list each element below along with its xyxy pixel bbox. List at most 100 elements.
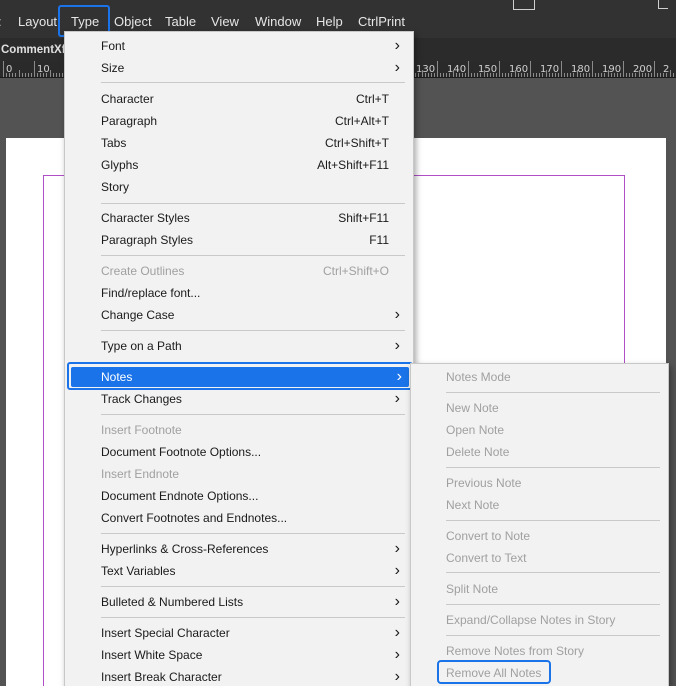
menu-item-bulleted-numbered-lists[interactable]: Bulleted & Numbered Lists › (65, 591, 413, 613)
menu-item-convert-footnotes-endnotes[interactable]: Convert Footnotes and Endnotes... (65, 507, 413, 529)
menu-item-label: Insert Special Character (101, 626, 230, 640)
menu-item-track-changes[interactable]: Track Changes › (65, 388, 413, 410)
ruler-tick (477, 73, 479, 77)
menu-item-hyperlinks-cross-references[interactable]: Hyperlinks & Cross-References › (65, 538, 413, 560)
submenu-item-delete-note[interactable]: Delete Note (411, 441, 668, 463)
ruler-tick (542, 73, 544, 77)
ruler-tick (6, 73, 8, 77)
menu-item-find-replace-font[interactable]: Find/replace font... (65, 282, 413, 304)
menu-item-story[interactable]: Story (65, 176, 413, 198)
menu-item-tabs[interactable]: Tabs Ctrl+Shift+T (65, 132, 413, 154)
menu-item-label: Document Footnote Options... (101, 445, 262, 459)
ruler-tick (598, 73, 600, 77)
menu-item-change-case[interactable]: Change Case › (65, 304, 413, 326)
ruler-tick (427, 73, 429, 77)
menu-separator (446, 572, 660, 573)
submenu-item-expand-collapse-notes[interactable]: Expand/Collapse Notes in Story (411, 609, 668, 631)
submenu-item-previous-note[interactable]: Previous Note (411, 472, 668, 494)
chevron-right-icon: › (394, 306, 400, 323)
menu-item-character-styles[interactable]: Character Styles Shift+F11 (65, 207, 413, 229)
ruler-tick (632, 73, 634, 77)
submenu-item-remove-notes-from-story[interactable]: Remove Notes from Story (411, 640, 668, 662)
submenu-item-convert-to-text[interactable]: Convert to Text (411, 547, 668, 569)
menu-item-label: Type on a Path (101, 339, 182, 353)
submenu-item-notes-mode[interactable]: Notes Mode (411, 366, 668, 388)
menu-item-paragraph[interactable]: Paragraph Ctrl+Alt+T (65, 110, 413, 132)
ruler-tick (49, 70, 51, 77)
menu-window[interactable]: Window (251, 13, 305, 31)
menu-item-insert-special-character[interactable]: Insert Special Character › (65, 622, 413, 644)
ruler-tick (458, 73, 460, 77)
ruler-tick (433, 73, 435, 77)
window-restore-icon[interactable] (658, 0, 668, 9)
document-tab[interactable]: CommentXfr (0, 38, 70, 62)
chevron-right-icon: › (394, 593, 400, 610)
menu-help[interactable]: Help (312, 13, 347, 31)
ruler-tick (461, 73, 463, 77)
submenu-item-label: Expand/Collapse Notes in Story (446, 613, 616, 627)
menubar-edge-fragment: : (0, 13, 6, 31)
ruler-tick (530, 61, 531, 77)
window-control-icon[interactable] (513, 0, 535, 10)
submenu-item-convert-to-note[interactable]: Convert to Note (411, 525, 668, 547)
menu-layout[interactable]: Layout (14, 13, 61, 31)
menu-item-font[interactable]: Font › (65, 35, 413, 57)
chevron-right-icon: › (394, 59, 400, 76)
ruler-tick (610, 73, 612, 77)
ruler-tick (616, 73, 618, 77)
menu-item-shortcut: Ctrl+T (356, 92, 389, 106)
ruler-tick (483, 70, 485, 77)
menu-item-type-on-a-path[interactable]: Type on a Path › (65, 335, 413, 357)
menu-separator (101, 617, 405, 618)
chevron-right-icon: › (394, 390, 400, 407)
menu-item-size[interactable]: Size › (65, 57, 413, 79)
ruler-tick (607, 70, 609, 77)
menu-view[interactable]: View (207, 13, 243, 31)
ruler-tick (666, 73, 668, 77)
menu-item-text-variables[interactable]: Text Variables › (65, 560, 413, 582)
ruler-tick (539, 73, 541, 77)
ruler-tick (554, 73, 556, 77)
menu-separator (446, 392, 660, 393)
ruler-tick (638, 70, 640, 77)
submenu-item-new-note[interactable]: New Note (411, 397, 668, 419)
chevron-right-icon: › (394, 668, 400, 685)
menu-item-insert-break-character[interactable]: Insert Break Character › (65, 666, 413, 686)
menu-item-label: Font (101, 39, 126, 53)
menu-item-paragraph-styles[interactable]: Paragraph Styles F11 (65, 229, 413, 251)
ruler-tick (557, 73, 559, 77)
ruler-tick (669, 70, 671, 77)
menu-table[interactable]: Table (161, 13, 200, 31)
menu-item-label: Text Variables (101, 564, 176, 578)
menu-item-glyphs[interactable]: Glyphs Alt+Shift+F11 (65, 154, 413, 176)
submenu-item-label: Open Note (446, 423, 505, 437)
menu-separator (101, 255, 405, 256)
ruler-tick (570, 73, 572, 77)
menu-separator (446, 604, 660, 605)
ruler-tick (27, 73, 29, 77)
type-menu: Font › Size › Character Ctrl+T Paragraph Ctrl+A… (64, 31, 414, 686)
chevron-right-icon: › (394, 562, 400, 579)
menu-object[interactable]: Object (110, 13, 156, 31)
submenu-item-next-note[interactable]: Next Note (411, 494, 668, 516)
ruler-tick (55, 73, 57, 77)
ruler-tick (551, 73, 553, 77)
menu-item-document-endnote-options[interactable]: Document Endnote Options... (65, 485, 413, 507)
menu-item-insert-white-space[interactable]: Insert White Space › (65, 644, 413, 666)
submenu-item-open-note[interactable]: Open Note (411, 419, 668, 441)
menu-item-character[interactable]: Character Ctrl+T (65, 88, 413, 110)
submenu-item-split-note[interactable]: Split Note (411, 578, 668, 600)
remove-all-notes-highlight-box (437, 660, 551, 684)
ruler-tick (536, 73, 538, 77)
submenu-item-label: Remove Notes from Story (446, 644, 585, 658)
ruler-tick (9, 73, 11, 77)
menu-item-document-footnote-options[interactable]: Document Footnote Options... (65, 441, 413, 463)
ruler-tick (492, 73, 494, 77)
ruler-tick (613, 73, 615, 77)
menu-item-shortcut: Ctrl+Shift+T (324, 136, 389, 150)
menu-ctrlprint[interactable]: CtrlPrint (354, 13, 409, 31)
ruler-tick (641, 73, 643, 77)
ruler-tick (46, 73, 48, 77)
ruler-tick (21, 73, 23, 77)
ruler-tick (40, 73, 42, 77)
